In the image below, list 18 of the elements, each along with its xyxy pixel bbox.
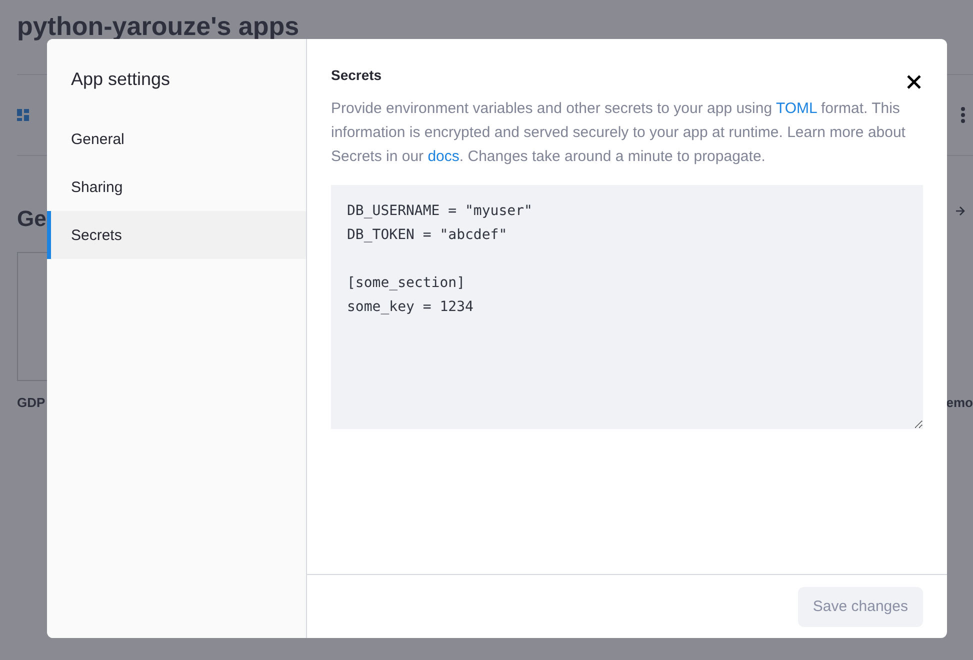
card-title[interactable]: emo	[946, 395, 973, 410]
description-link[interactable]: docs	[428, 148, 460, 165]
card-title[interactable]: GDP	[17, 395, 46, 410]
section-heading: Ge	[17, 206, 46, 232]
description-link[interactable]: TOML	[776, 100, 817, 117]
section-heading: Secrets	[331, 67, 382, 83]
secrets-textarea[interactable]: DB_USERNAME = "myuser" DB_TOKEN = "abcdef" [some_section] some_key = 1234	[331, 185, 923, 429]
nav-item[interactable]: Sharing	[47, 163, 306, 211]
nav-item[interactable]: Secrets	[47, 211, 306, 259]
close-icon	[907, 75, 921, 89]
nav-item[interactable]: General	[47, 115, 306, 163]
grid-icon[interactable]	[17, 109, 29, 121]
description-text: Provide environment variables and other secrets to your app using TOML format. This information is encrypted and served securely to your app at runtime. Learn more about Secrets in our docs. Changes take around a minute to propagate.	[331, 99, 906, 167]
arrow-icon[interactable]	[955, 206, 965, 216]
page-title: python-yarouze's apps	[17, 10, 300, 43]
more-icon[interactable]	[961, 107, 965, 123]
close-button[interactable]	[907, 75, 923, 91]
dialog-title: App settings	[70, 69, 172, 91]
